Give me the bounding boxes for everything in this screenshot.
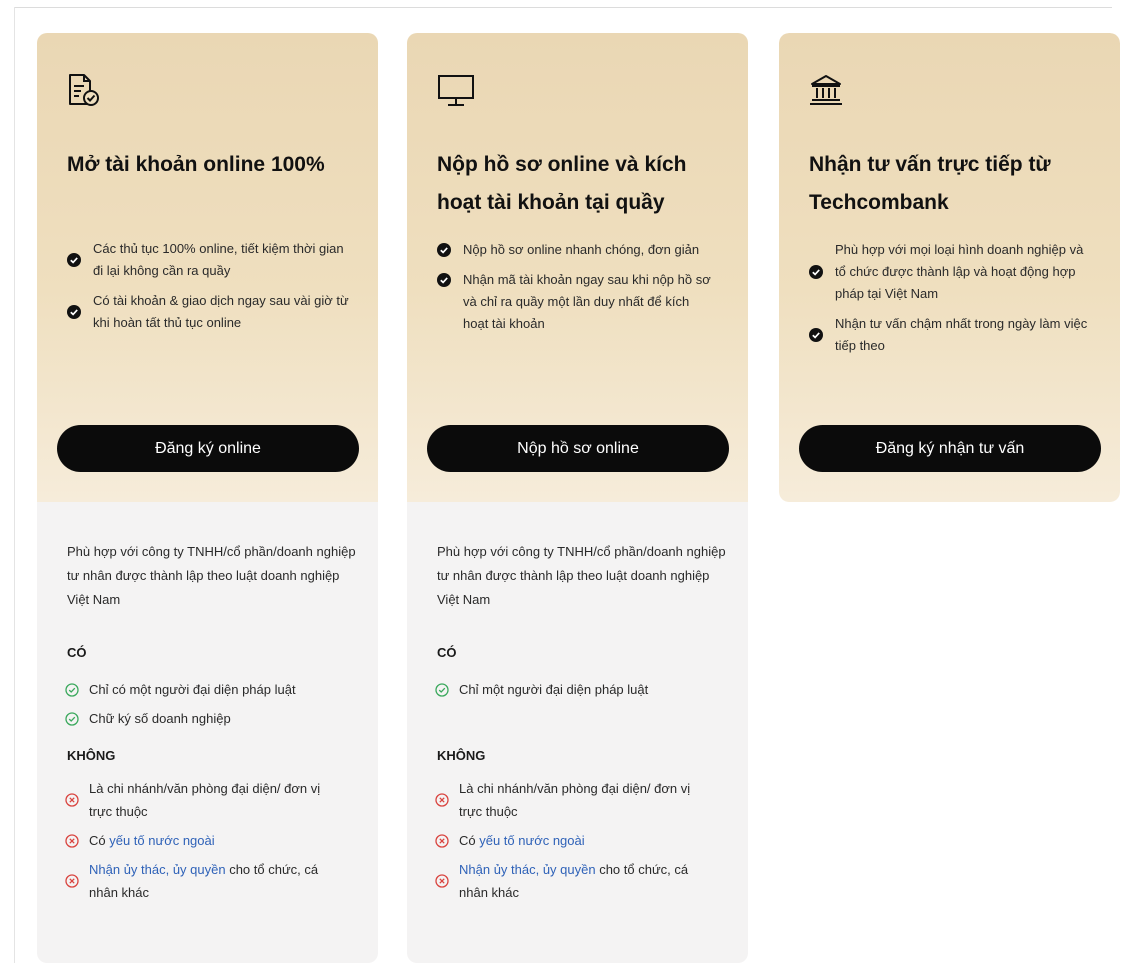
no-item: Là chi nhánh/văn phòng đại diện/ đơn vị … bbox=[435, 777, 727, 823]
feature-list: Nộp hồ sơ online nhanh chóng, đơn giản N… bbox=[437, 239, 727, 343]
no-text: Nhận ủy thác, ủy quyền cho tổ chức, cá n… bbox=[459, 858, 689, 904]
feature-item: Nộp hồ sơ online nhanh chóng, đơn giản bbox=[437, 239, 727, 261]
card-open-account-online: Mở tài khoản online 100% Các thủ tục 100… bbox=[37, 33, 378, 963]
yes-item: Chỉ có một người đại diện pháp luật bbox=[65, 678, 357, 701]
no-item: Có yếu tố nước ngoài bbox=[65, 829, 357, 852]
card-header: Nhận tư vấn trực tiếp từ Techcombank Phù… bbox=[779, 33, 1120, 502]
submit-online-button[interactable]: Nộp hồ sơ online bbox=[427, 425, 729, 472]
no-item: Nhận ủy thác, ủy quyền cho tổ chức, cá n… bbox=[435, 858, 727, 904]
x-circle-icon bbox=[435, 833, 449, 848]
yes-list: Chỉ một người đại diện pháp luật bbox=[435, 678, 727, 707]
card-header: Mở tài khoản online 100% Các thủ tục 100… bbox=[37, 33, 378, 502]
x-circle-icon bbox=[435, 793, 449, 807]
feature-item: Phù hợp với mọi loại hình doanh nghiệp v… bbox=[809, 239, 1099, 305]
card-title: Nộp hồ sơ online và kích hoạt tài khoản … bbox=[437, 153, 687, 214]
entrustment-link[interactable]: Nhận ủy thác, ủy quyền bbox=[459, 862, 596, 877]
no-text: Là chi nhánh/văn phòng đại diện/ đơn vị … bbox=[89, 781, 321, 819]
card-title: Nhận tư vấn trực tiếp từ Techcombank bbox=[809, 153, 1051, 214]
feature-item: Các thủ tục 100% online, tiết kiệm thời … bbox=[67, 238, 357, 282]
no-text: Có yếu tố nước ngoài bbox=[459, 829, 585, 852]
card-submit-online-activate-at-counter: Nộp hồ sơ online và kích hoạt tài khoản … bbox=[407, 33, 748, 963]
yes-item: Chữ ký số doanh nghiệp bbox=[65, 707, 357, 730]
check-filled-icon bbox=[437, 243, 451, 257]
feature-item: Nhận mã tài khoản ngay sau khi nộp hồ sơ… bbox=[437, 269, 727, 335]
no-text-prefix: Có bbox=[459, 833, 480, 848]
document-check-icon bbox=[67, 71, 107, 111]
register-online-button[interactable]: Đăng ký online bbox=[57, 425, 359, 472]
feature-text: Nhận mã tài khoản ngay sau khi nộp hồ sơ… bbox=[463, 272, 711, 331]
x-circle-icon bbox=[435, 874, 449, 888]
check-circle-icon bbox=[65, 682, 79, 697]
no-text: Là chi nhánh/văn phòng đại diện/ đơn vị … bbox=[459, 781, 691, 819]
feature-text: Phù hợp với mọi loại hình doanh nghiệp v… bbox=[835, 242, 1084, 301]
no-section-title: KHÔNG bbox=[437, 748, 486, 763]
feature-text: Có tài khoản & giao dịch ngay sau vài gi… bbox=[93, 293, 349, 330]
register-consultation-button[interactable]: Đăng ký nhận tư vấn bbox=[799, 425, 1101, 472]
feature-item: Nhận tư vấn chậm nhất trong ngày làm việ… bbox=[809, 313, 1099, 357]
feature-list: Phù hợp với mọi loại hình doanh nghiệp v… bbox=[809, 239, 1099, 365]
card-details: Phù hợp với công ty TNHH/cổ phần/doanh n… bbox=[407, 502, 748, 963]
foreign-element-link[interactable]: yếu tố nước ngoài bbox=[479, 833, 584, 848]
feature-text: Các thủ tục 100% online, tiết kiệm thời … bbox=[93, 241, 344, 278]
no-item: Có yếu tố nước ngoài bbox=[435, 829, 727, 852]
digital-signature-link[interactable]: Chữ ký số doanh nghiệp bbox=[89, 707, 231, 730]
check-filled-icon bbox=[809, 328, 823, 342]
x-circle-icon bbox=[65, 793, 79, 807]
no-text-prefix: Có bbox=[89, 833, 110, 848]
x-circle-icon bbox=[65, 874, 79, 888]
eligibility-description: Phù hợp với công ty TNHH/cổ phần/doanh n… bbox=[437, 544, 726, 607]
yes-section-title: CÓ bbox=[67, 645, 87, 660]
x-circle-icon bbox=[65, 833, 79, 848]
monitor-icon bbox=[437, 71, 477, 111]
no-item: Là chi nhánh/văn phòng đại diện/ đơn vị … bbox=[65, 777, 357, 823]
check-circle-icon bbox=[65, 711, 79, 726]
yes-text: Chỉ có một người đại diện pháp luật bbox=[89, 682, 296, 697]
no-list: Là chi nhánh/văn phòng đại diện/ đơn vị … bbox=[435, 777, 727, 910]
bank-icon bbox=[809, 71, 849, 111]
yes-list: Chỉ có một người đại diện pháp luật Chữ … bbox=[65, 678, 357, 736]
no-section-title: KHÔNG bbox=[67, 748, 116, 763]
check-filled-icon bbox=[67, 253, 81, 267]
eligibility-description: Phù hợp với công ty TNHH/cổ phần/doanh n… bbox=[67, 544, 356, 607]
check-filled-icon bbox=[67, 305, 81, 319]
check-filled-icon bbox=[437, 273, 451, 287]
no-list: Là chi nhánh/văn phòng đại diện/ đơn vị … bbox=[65, 777, 357, 910]
no-item: Nhận ủy thác, ủy quyền cho tổ chức, cá n… bbox=[65, 858, 357, 904]
yes-item: Chỉ một người đại diện pháp luật bbox=[435, 678, 727, 701]
no-text: Có yếu tố nước ngoài bbox=[89, 829, 215, 852]
page: Mở tài khoản online 100% Các thủ tục 100… bbox=[0, 0, 1124, 963]
yes-text: Chỉ một người đại diện pháp luật bbox=[459, 682, 649, 697]
frame-divider-left bbox=[14, 7, 15, 963]
frame-divider-top bbox=[14, 7, 1112, 8]
card-header: Nộp hồ sơ online và kích hoạt tài khoản … bbox=[407, 33, 748, 502]
entrustment-link[interactable]: Nhận ủy thác, ủy quyền bbox=[89, 862, 226, 877]
yes-section-title: CÓ bbox=[437, 645, 457, 660]
feature-text: Nộp hồ sơ online nhanh chóng, đơn giản bbox=[463, 242, 700, 257]
feature-text: Nhận tư vấn chậm nhất trong ngày làm việ… bbox=[835, 316, 1088, 353]
card-title: Mở tài khoản online 100% bbox=[67, 153, 325, 176]
card-details: Phù hợp với công ty TNHH/cổ phần/doanh n… bbox=[37, 502, 378, 963]
feature-list: Các thủ tục 100% online, tiết kiệm thời … bbox=[67, 238, 357, 342]
feature-item: Có tài khoản & giao dịch ngay sau vài gi… bbox=[67, 290, 357, 334]
card-direct-consultation: Nhận tư vấn trực tiếp từ Techcombank Phù… bbox=[779, 33, 1120, 502]
foreign-element-link[interactable]: yếu tố nước ngoài bbox=[109, 833, 214, 848]
check-circle-icon bbox=[435, 682, 449, 697]
check-filled-icon bbox=[809, 265, 823, 279]
no-text: Nhận ủy thác, ủy quyền cho tổ chức, cá n… bbox=[89, 858, 319, 904]
